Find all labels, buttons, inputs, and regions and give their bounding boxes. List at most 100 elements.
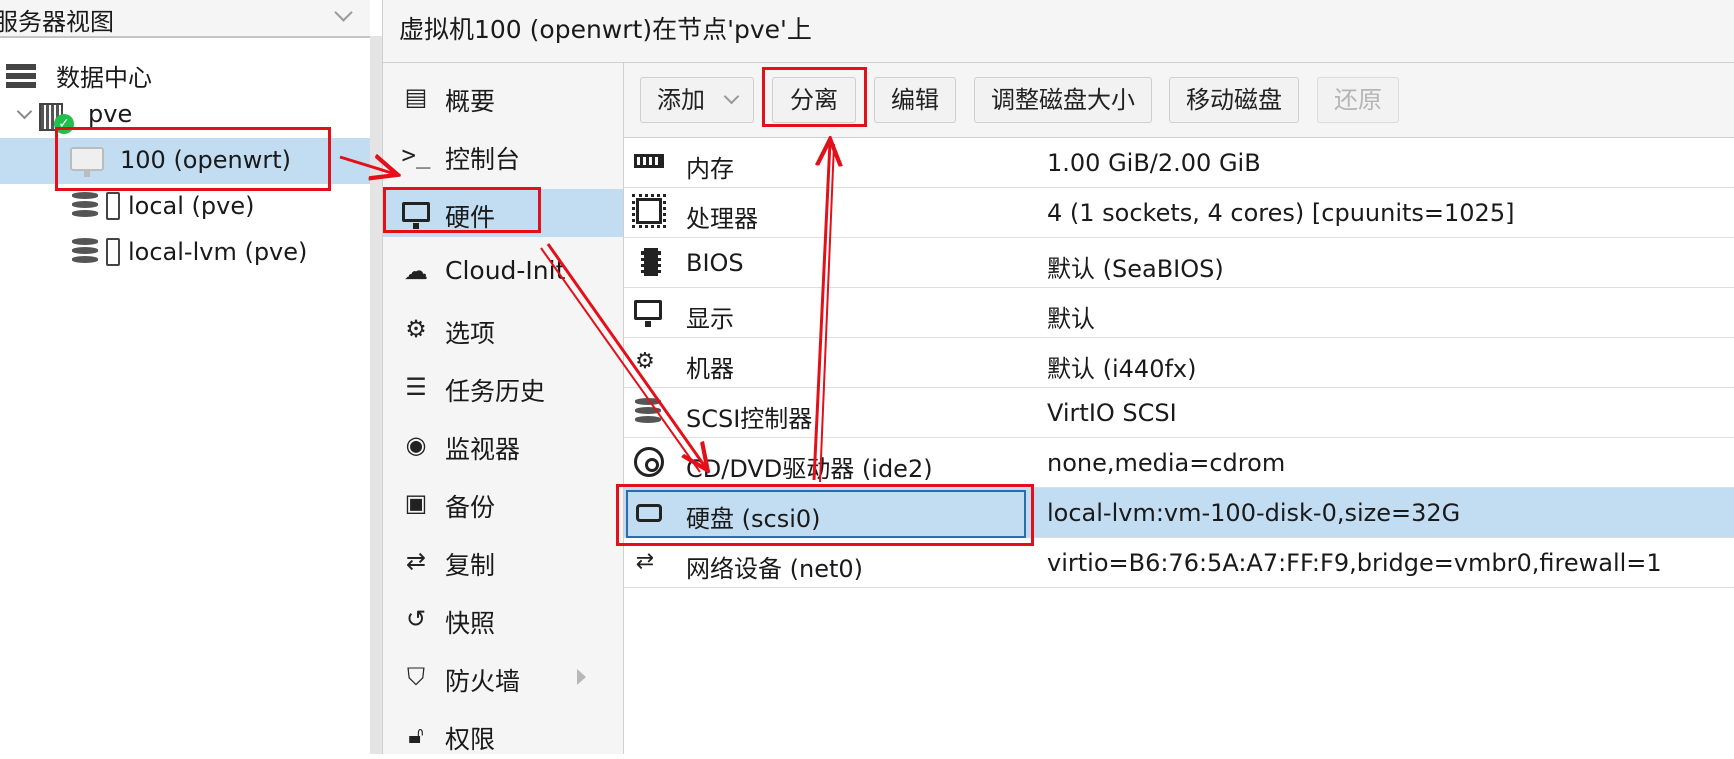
revert-button[interactable]: 还原 bbox=[1317, 77, 1399, 123]
move-disk-button[interactable]: 移动磁盘 bbox=[1169, 77, 1299, 123]
hardware-name: 处理器 bbox=[686, 205, 758, 233]
vm-icon bbox=[70, 147, 104, 177]
add-button[interactable]: 添加 bbox=[640, 77, 754, 123]
cpu-icon bbox=[632, 194, 666, 228]
submenu-arrow-icon bbox=[577, 669, 586, 685]
vm-menu: ▤ 概要 >_ 控制台 硬件 ☁ Cloud-Init ⚙ 选项 ☰ 任务历史 … bbox=[382, 63, 623, 754]
shield-icon: ⛉ bbox=[407, 663, 425, 691]
menu-item-label: 备份 bbox=[445, 493, 496, 522]
menu-item-label: 选项 bbox=[445, 319, 496, 348]
status-ok-icon: ✓ bbox=[54, 114, 74, 134]
menu-item-label: 任务历史 bbox=[445, 377, 546, 406]
database-icon bbox=[635, 398, 661, 428]
menu-item-console[interactable]: >_ 控制台 bbox=[383, 131, 623, 179]
storage-icon bbox=[72, 238, 98, 268]
hardware-row-machine[interactable]: ⚙ 机器 默认 (i440fx) bbox=[624, 338, 1734, 388]
menu-item-hardware[interactable]: 硬件 bbox=[383, 189, 623, 237]
hardware-value: none,media=cdrom bbox=[1047, 449, 1286, 477]
hardware-value: VirtIO SCSI bbox=[1047, 399, 1177, 427]
tree-item-label: local (pve) bbox=[128, 192, 255, 220]
menu-item-summary[interactable]: ▤ 概要 bbox=[383, 73, 623, 121]
cdrom-icon bbox=[634, 447, 664, 477]
gear-icon: ⚙ bbox=[405, 315, 427, 343]
datacenter-icon bbox=[6, 64, 36, 88]
menu-item-firewall[interactable]: ⛉ 防火墙 bbox=[383, 653, 623, 701]
book-icon: ▤ bbox=[404, 83, 428, 111]
exchange-icon: ⇄ bbox=[635, 549, 655, 574]
tree-item-label: pve bbox=[88, 100, 133, 128]
detach-button[interactable]: 分离 bbox=[772, 77, 856, 123]
hardware-panel: 添加 分离 编辑 调整磁盘大小 移动磁盘 还原 内存 1.00 GiB/2.00… bbox=[623, 63, 1734, 754]
hardware-value: 默认 (SeaBIOS) bbox=[1047, 255, 1224, 283]
tree-item-label: 100 (openwrt) bbox=[120, 146, 291, 174]
retweet-icon: ⇄ bbox=[405, 547, 427, 575]
hardware-row-network[interactable]: ⇄ 网络设备 (net0) virtio=B6:76:5A:A7:FF:F9,b… bbox=[624, 538, 1734, 588]
menu-item-options[interactable]: ⚙ 选项 bbox=[383, 305, 623, 353]
hardware-name: 网络设备 (net0) bbox=[686, 555, 864, 583]
tree-item-label: 数据中心 bbox=[56, 64, 152, 92]
hardware-row-bios[interactable]: BIOS 默认 (SeaBIOS) bbox=[624, 238, 1734, 288]
menu-item-task-history[interactable]: ☰ 任务历史 bbox=[383, 363, 623, 411]
menu-item-snapshots[interactable]: ↺ 快照 bbox=[383, 595, 623, 643]
content-header: 虚拟机100 (openwrt)在节点'pve'上 bbox=[382, 0, 1734, 63]
hardware-name: 显示 bbox=[686, 305, 734, 333]
menu-item-replication[interactable]: ⇄ 复制 bbox=[383, 537, 623, 585]
monitor-icon bbox=[634, 300, 662, 327]
menu-item-permissions[interactable]: 🔓︎ 权限 bbox=[383, 711, 623, 759]
tree-view-selector[interactable]: 服务器视图 bbox=[0, 0, 370, 38]
hardware-value: virtio=B6:76:5A:A7:FF:F9,bridge=vmbr0,fi… bbox=[1047, 549, 1662, 577]
menu-item-label: 快照 bbox=[445, 609, 496, 638]
resize-disk-button[interactable]: 调整磁盘大小 bbox=[974, 77, 1152, 123]
resource-tree: 服务器视图 数据中心 pve ✓ 100 (openwrt) local (pv… bbox=[0, 0, 370, 754]
hardware-value: 默认 bbox=[1047, 305, 1095, 333]
hardware-name: 内存 bbox=[686, 155, 734, 183]
menu-item-label: 控制台 bbox=[445, 145, 521, 174]
hardware-row-processor[interactable]: 处理器 4 (1 sockets, 4 cores) [cpuunits=102… bbox=[624, 188, 1734, 238]
tree-item-vm-100[interactable]: 100 (openwrt) bbox=[0, 138, 370, 184]
menu-item-label: Cloud-Init bbox=[445, 256, 566, 285]
edit-button[interactable]: 编辑 bbox=[874, 77, 956, 123]
hardware-name: BIOS bbox=[686, 249, 744, 277]
hardware-name: CD/DVD驱动器 (ide2) bbox=[686, 455, 933, 483]
hardware-name: 机器 bbox=[686, 355, 734, 383]
hardware-row-hard-disk[interactable]: 硬盘 (scsi0) local-lvm:vm-100-disk-0,size=… bbox=[624, 488, 1734, 538]
menu-item-label: 防火墙 bbox=[445, 667, 521, 696]
cogs-icon: ⚙ bbox=[635, 349, 655, 374]
monitor-icon bbox=[402, 202, 430, 229]
terminal-icon: >_ bbox=[401, 141, 431, 169]
hardware-name: SCSI控制器 bbox=[686, 405, 813, 433]
menu-item-label: 复制 bbox=[445, 551, 496, 580]
list-icon: ☰ bbox=[405, 373, 427, 401]
storage-content-icon bbox=[106, 238, 120, 266]
menu-item-monitor[interactable]: ◉ 监视器 bbox=[383, 421, 623, 469]
menu-item-label: 概要 bbox=[445, 87, 496, 116]
hardware-row-cdrom[interactable]: CD/DVD驱动器 (ide2) none,media=cdrom bbox=[624, 438, 1734, 488]
hardware-toolbar: 添加 分离 编辑 调整磁盘大小 移动磁盘 还原 bbox=[624, 63, 1734, 138]
hardware-value: local-lvm:vm-100-disk-0,size=32G bbox=[1047, 499, 1461, 527]
tree-item-storage-local[interactable]: local (pve) bbox=[0, 184, 370, 230]
hardware-row-scsi-controller[interactable]: SCSI控制器 VirtIO SCSI bbox=[624, 388, 1734, 438]
tree-view-title: 服务器视图 bbox=[0, 8, 114, 36]
unlock-icon: 🔓︎ bbox=[408, 721, 424, 749]
cloud-icon: ☁ bbox=[404, 257, 428, 285]
menu-item-backup[interactable]: ▣ 备份 bbox=[383, 479, 623, 527]
storage-icon bbox=[72, 192, 98, 222]
add-button-label: 添加 bbox=[657, 86, 705, 114]
storage-content-icon bbox=[106, 192, 120, 220]
expand-caret-icon[interactable] bbox=[16, 103, 33, 120]
hardware-row-display[interactable]: 显示 默认 bbox=[624, 288, 1734, 338]
chevron-down-icon[interactable] bbox=[334, 3, 353, 22]
menu-item-label: 权限 bbox=[445, 725, 496, 754]
memory-icon bbox=[634, 154, 664, 168]
tree-item-datacenter[interactable]: 数据中心 bbox=[0, 50, 370, 96]
menu-item-cloud-init[interactable]: ☁ Cloud-Init bbox=[383, 247, 623, 295]
eye-icon: ◉ bbox=[405, 431, 427, 459]
hardware-value: 默认 (i440fx) bbox=[1047, 355, 1197, 383]
hdd-icon bbox=[636, 504, 662, 522]
floppy-icon: ▣ bbox=[404, 489, 428, 517]
hardware-row-memory[interactable]: 内存 1.00 GiB/2.00 GiB bbox=[624, 138, 1734, 188]
history-icon: ↺ bbox=[405, 605, 427, 633]
panel-splitter[interactable] bbox=[370, 36, 382, 754]
tree-item-storage-local-lvm[interactable]: local-lvm (pve) bbox=[0, 230, 370, 276]
hardware-value: 4 (1 sockets, 4 cores) [cpuunits=1025] bbox=[1047, 199, 1515, 227]
